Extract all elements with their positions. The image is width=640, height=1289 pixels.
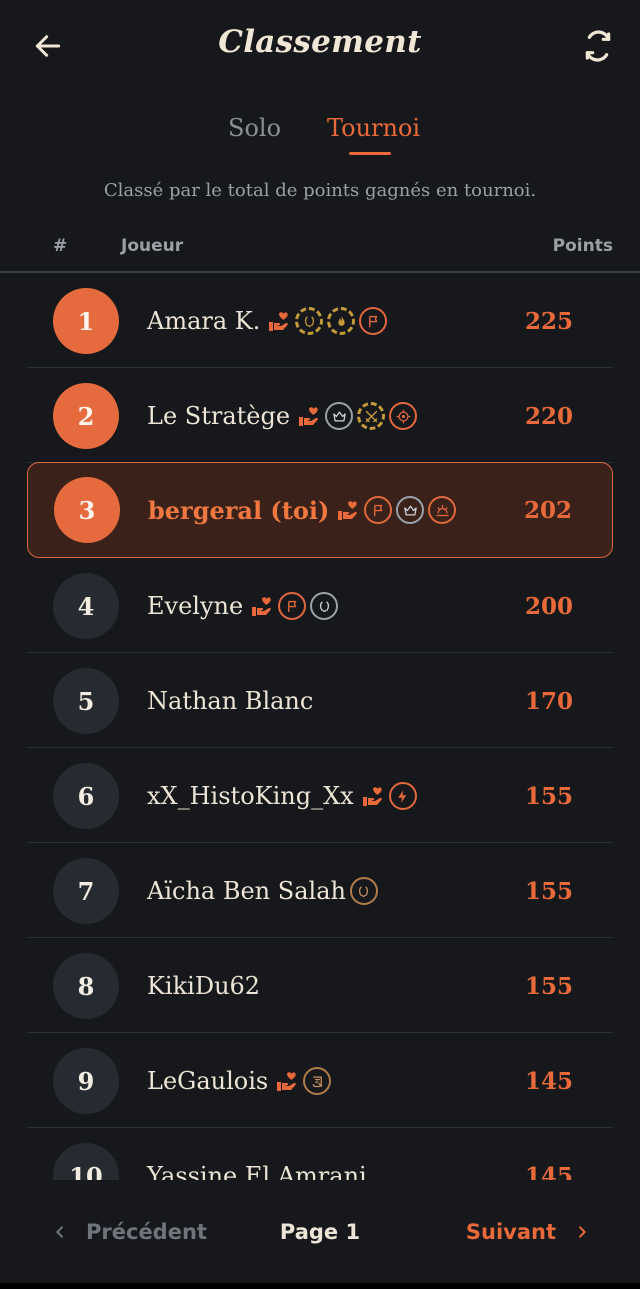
tab-solo[interactable]: Solo bbox=[228, 114, 281, 142]
heart-hand-icon bbox=[338, 501, 358, 520]
leaderboard-row-current-user[interactable]: 3 bergeral (toi) 202 bbox=[27, 462, 613, 558]
player-points: 155 bbox=[524, 877, 573, 905]
pagination-bar: Précédent Page 1 Suivant bbox=[0, 1180, 640, 1289]
heart-hand-icon bbox=[362, 787, 382, 806]
next-page-button[interactable]: Suivant bbox=[466, 1220, 590, 1244]
rank-badge: 5 bbox=[53, 668, 119, 734]
player-points: 155 bbox=[524, 972, 573, 1000]
player-info: xX_HistoKing_Xx bbox=[147, 749, 417, 843]
player-info: Aïcha Ben Salah bbox=[147, 844, 378, 938]
laurel-badge-icon bbox=[349, 877, 378, 905]
player-name: Aïcha Ben Salah bbox=[147, 877, 346, 905]
crown-badge-icon bbox=[325, 402, 354, 430]
player-info: bergeral (toi) bbox=[148, 463, 457, 557]
sunrise-badge-icon bbox=[428, 496, 457, 524]
leaderboard-row[interactable]: 1 Amara K. 225 bbox=[27, 274, 613, 368]
heart-hand-icon bbox=[299, 407, 318, 426]
player-name: KikiDu62 bbox=[147, 972, 261, 1000]
leaderboard-row[interactable]: 5 Nathan Blanc 170 bbox=[27, 654, 613, 748]
column-header-points: Points bbox=[552, 236, 613, 256]
heart-hand-icon bbox=[252, 597, 272, 616]
player-points: 200 bbox=[524, 592, 573, 620]
player-info: Amara K. bbox=[147, 274, 388, 368]
next-label: Suivant bbox=[465, 1220, 556, 1244]
rank-badge: 3 bbox=[54, 477, 120, 543]
header: Classement bbox=[0, 0, 640, 90]
player-points: 145 bbox=[524, 1162, 573, 1181]
player-name: bergeral (toi) bbox=[148, 495, 330, 525]
flag-badge-icon bbox=[359, 307, 388, 335]
swords-badge-icon bbox=[357, 402, 386, 430]
leaderboard-row[interactable]: 9 LeGaulois 145 bbox=[27, 1034, 613, 1128]
bolt-badge-icon bbox=[388, 782, 417, 810]
rank-badge: 6 bbox=[53, 763, 119, 829]
player-name: Nathan Blanc bbox=[147, 687, 314, 715]
leaderboard-row[interactable]: 7 Aïcha Ben Salah 155 bbox=[27, 844, 613, 938]
player-info: Evelyne bbox=[147, 559, 339, 653]
leaderboard-row[interactable]: 8 KikiDu62 155 bbox=[27, 939, 613, 1033]
page-title: Classement bbox=[218, 24, 422, 60]
rank-badge: 7 bbox=[53, 858, 119, 924]
player-info: LeGaulois bbox=[147, 1034, 332, 1128]
player-name: xX_HistoKing_Xx bbox=[147, 782, 354, 810]
rank-badge: 10 bbox=[53, 1143, 119, 1180]
leaderboard-row[interactable]: 2 Le Stratège 220 bbox=[27, 369, 613, 463]
leaderboard-row[interactable]: 10 Yassine El Amrani 145 bbox=[27, 1129, 613, 1180]
rank-badge: 2 bbox=[53, 383, 119, 449]
target-badge-icon bbox=[389, 402, 418, 430]
player-name: Evelyne bbox=[147, 592, 244, 620]
leaderboard-list[interactable]: 1 Amara K. 225 2 Le Stratège 220 3 bergeral (to… bbox=[0, 274, 640, 1180]
flag-badge-icon bbox=[278, 592, 307, 620]
column-header-player: Joueur bbox=[121, 236, 184, 256]
leaderboard-row[interactable]: 6 xX_HistoKing_Xx 155 bbox=[27, 749, 613, 843]
player-points: 145 bbox=[524, 1067, 573, 1095]
rank-badge: 8 bbox=[53, 953, 119, 1019]
player-points: 220 bbox=[524, 402, 573, 430]
flame-badge-icon bbox=[327, 307, 356, 335]
player-name: Yassine El Amrani bbox=[147, 1162, 367, 1180]
laurel-badge-icon bbox=[310, 592, 339, 620]
player-name: LeGaulois bbox=[147, 1067, 269, 1095]
player-info: KikiDu62 bbox=[147, 939, 260, 1033]
player-info: Yassine El Amrani bbox=[147, 1129, 367, 1180]
player-points: 202 bbox=[523, 496, 572, 524]
player-info: Nathan Blanc bbox=[147, 654, 313, 748]
heart-hand-icon bbox=[269, 312, 289, 331]
header-divider bbox=[0, 271, 640, 273]
tab-bar: Solo Tournoi bbox=[0, 114, 640, 164]
leaderboard-row[interactable]: 4 Evelyne 200 bbox=[27, 559, 613, 653]
ranking-description: Classé par le total de points gagnés en … bbox=[103, 180, 537, 201]
chevron-right-icon bbox=[579, 1226, 586, 1238]
player-name: Amara K. bbox=[147, 307, 261, 335]
crown-badge-icon bbox=[396, 496, 425, 524]
laurel-badge-icon bbox=[295, 307, 324, 335]
scroll-badge-icon bbox=[303, 1067, 332, 1095]
flag-badge-icon bbox=[364, 496, 393, 524]
player-points: 225 bbox=[524, 307, 573, 335]
active-tab-indicator bbox=[349, 152, 391, 155]
tab-tournoi[interactable]: Tournoi bbox=[327, 114, 420, 142]
refresh-button[interactable] bbox=[576, 24, 620, 68]
player-info: Le Stratège bbox=[147, 369, 418, 463]
heart-hand-icon bbox=[277, 1072, 297, 1091]
rank-badge: 9 bbox=[53, 1048, 119, 1114]
player-name: Le Stratège bbox=[147, 402, 291, 430]
rank-badge: 1 bbox=[53, 288, 119, 354]
column-header-rank: # bbox=[53, 236, 68, 256]
refresh-icon bbox=[585, 30, 611, 62]
system-nav-bar bbox=[0, 1283, 640, 1289]
player-points: 155 bbox=[524, 782, 573, 810]
player-points: 170 bbox=[524, 687, 573, 715]
rank-badge: 4 bbox=[53, 573, 119, 639]
